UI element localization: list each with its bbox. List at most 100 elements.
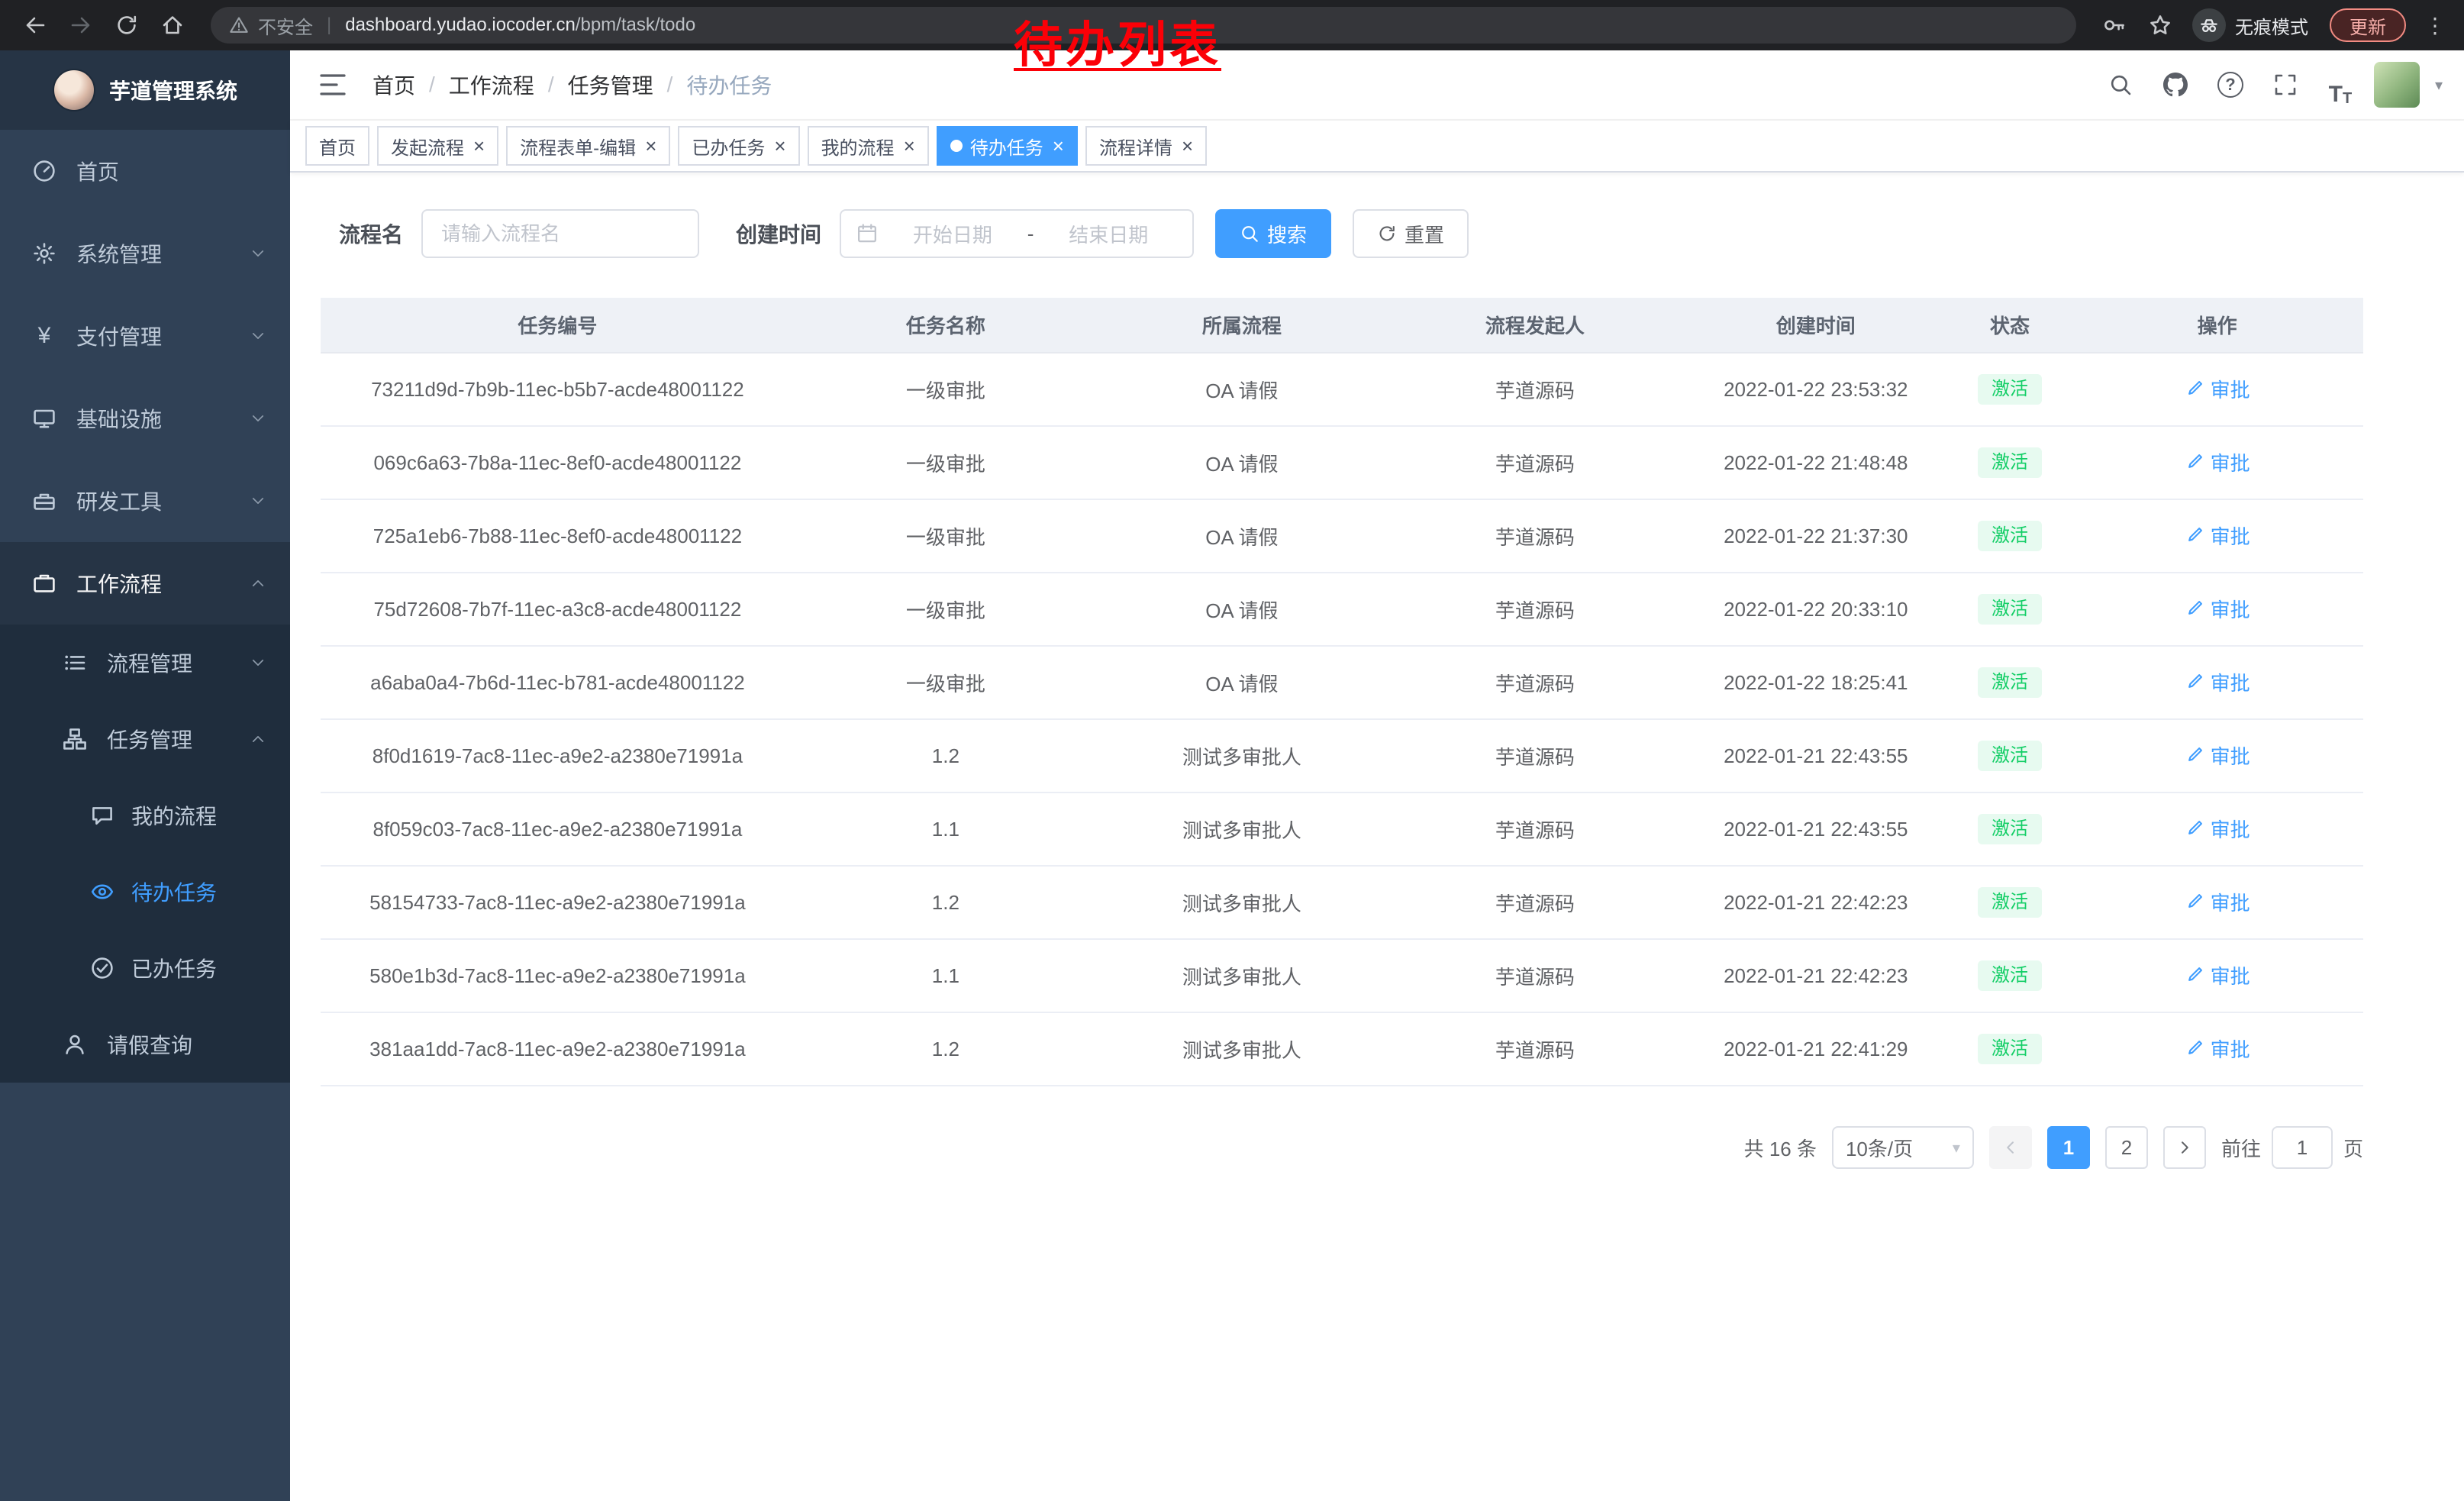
sidebar-item-task-mgmt[interactable]: 任务管理 — [0, 701, 290, 777]
cell-created-time: 2022-01-21 22:42:23 — [1683, 866, 1949, 939]
table-row: 8f0d1619-7ac8-11ec-a9e2-a2380e71991a1.2测… — [321, 719, 2363, 792]
cell-created-time: 2022-01-21 22:43:55 — [1683, 792, 1949, 866]
prev-page-button[interactable] — [1989, 1126, 2032, 1169]
approve-link[interactable]: 审批 — [2185, 521, 2250, 550]
col-task-name: 任务名称 — [795, 298, 1097, 353]
page-button-1[interactable]: 1 — [2047, 1126, 2090, 1169]
chevron-down-icon — [250, 328, 266, 344]
sidebar-item-leave-query[interactable]: 请假查询 — [0, 1006, 290, 1083]
tab-close-icon[interactable]: × — [473, 136, 485, 156]
fullscreen-icon[interactable] — [2264, 63, 2307, 106]
cell-created-time: 2022-01-21 22:43:55 — [1683, 719, 1949, 792]
collapse-sidebar-icon[interactable] — [311, 63, 354, 106]
top-navbar: 首页 / 工作流程 / 任务管理 / 待办任务 ? TT — [290, 50, 2464, 121]
reload-icon[interactable] — [107, 5, 147, 45]
check-circle-icon — [89, 956, 116, 980]
cell-starter: 芋道源码 — [1387, 866, 1683, 939]
sidebar-item-todo-tasks[interactable]: 待办任务 — [0, 854, 290, 930]
browser-menu-icon[interactable]: ⋮ — [2421, 13, 2449, 38]
cell-task-name: 1.2 — [795, 1012, 1097, 1086]
date-range-picker[interactable]: 开始日期 - 结束日期 — [840, 209, 1194, 258]
font-size-icon[interactable]: TT — [2319, 63, 2362, 106]
tab-发起流程[interactable]: 发起流程× — [377, 126, 498, 166]
page-unit-label: 页 — [2343, 1134, 2363, 1162]
approve-link[interactable]: 审批 — [2185, 595, 2250, 623]
approve-link[interactable]: 审批 — [2185, 815, 2250, 843]
edit-pencil-icon — [2185, 672, 2204, 692]
next-page-button[interactable] — [2163, 1126, 2206, 1169]
approve-link[interactable]: 审批 — [2185, 1035, 2250, 1063]
tab-已办任务[interactable]: 已办任务× — [678, 126, 799, 166]
chevron-down-icon — [250, 655, 266, 670]
reset-button[interactable]: 重置 — [1353, 209, 1469, 258]
approve-link[interactable]: 审批 — [2185, 961, 2250, 989]
page-button-2[interactable]: 2 — [2105, 1126, 2148, 1169]
breadcrumb-current: 待办任务 — [686, 69, 772, 100]
tab-close-icon[interactable]: × — [904, 136, 915, 156]
sidebar-item-home[interactable]: 首页 — [0, 130, 290, 212]
tab-close-icon[interactable]: × — [645, 136, 656, 156]
tab-close-icon[interactable]: × — [1053, 136, 1064, 156]
user-avatar[interactable] — [2374, 62, 2420, 108]
warning-icon — [229, 15, 249, 35]
avatar-caret-icon[interactable]: ▾ — [2435, 76, 2443, 95]
eye-icon — [89, 880, 116, 904]
sidebar-item-workflow[interactable]: 工作流程 — [0, 542, 290, 625]
app-logo[interactable]: 芋道管理系统 — [0, 50, 290, 130]
bookmark-star-icon[interactable] — [2140, 5, 2180, 45]
table-row: 8f059c03-7ac8-11ec-a9e2-a2380e71991a1.1测… — [321, 792, 2363, 866]
cell-process: OA 请假 — [1097, 646, 1387, 719]
status-badge: 激活 — [1978, 667, 2042, 699]
cell-process: OA 请假 — [1097, 426, 1387, 499]
sidebar-item-my-process[interactable]: 我的流程 — [0, 777, 290, 854]
search-icon[interactable] — [2099, 63, 2142, 106]
tab-首页[interactable]: 首页 — [305, 126, 369, 166]
table-row: a6aba0a4-7b6d-11ec-b781-acde48001122一级审批… — [321, 646, 2363, 719]
process-name-input[interactable] — [421, 209, 699, 258]
tab-流程表单-编辑[interactable]: 流程表单-编辑× — [506, 126, 670, 166]
github-icon[interactable] — [2154, 63, 2197, 106]
sidebar-item-system[interactable]: 系统管理 — [0, 212, 290, 295]
cell-task-name: 一级审批 — [795, 353, 1097, 426]
sidebar-item-payment[interactable]: ¥ 支付管理 — [0, 295, 290, 377]
breadcrumb-workflow[interactable]: 工作流程 — [449, 69, 534, 100]
end-date-placeholder: 结束日期 — [1040, 220, 1177, 248]
cell-starter: 芋道源码 — [1387, 646, 1683, 719]
forward-icon[interactable] — [61, 5, 101, 45]
approve-link[interactable]: 审批 — [2185, 375, 2250, 403]
approve-link[interactable]: 审批 — [2185, 741, 2250, 770]
tab-close-icon[interactable]: × — [1182, 136, 1193, 156]
tab-流程详情[interactable]: 流程详情× — [1085, 126, 1207, 166]
status-badge: 激活 — [1978, 521, 2042, 552]
cell-created-time: 2022-01-22 18:25:41 — [1683, 646, 1949, 719]
edit-pencil-icon — [2185, 745, 2204, 765]
update-button[interactable]: 更新 — [2330, 8, 2406, 42]
approve-link[interactable]: 审批 — [2185, 448, 2250, 476]
tab-close-icon[interactable]: × — [774, 136, 785, 156]
org-icon — [61, 727, 89, 751]
sidebar-item-infra[interactable]: 基础设施 — [0, 377, 290, 460]
approve-link[interactable]: 审批 — [2185, 888, 2250, 916]
search-button[interactable]: 搜索 — [1215, 209, 1331, 258]
sidebar-item-devtools[interactable]: 研发工具 — [0, 460, 290, 542]
page-size-select[interactable]: 10条/页 ▾ — [1832, 1126, 1974, 1169]
cell-task-name: 一级审批 — [795, 499, 1097, 573]
cell-task-name: 一级审批 — [795, 573, 1097, 646]
password-key-icon[interactable] — [2095, 5, 2134, 45]
cell-starter: 芋道源码 — [1387, 939, 1683, 1012]
sidebar-item-done-tasks[interactable]: 已办任务 — [0, 930, 290, 1006]
back-icon[interactable] — [15, 5, 55, 45]
table-row: 381aa1dd-7ac8-11ec-a9e2-a2380e71991a1.2测… — [321, 1012, 2363, 1086]
cell-process: OA 请假 — [1097, 353, 1387, 426]
home-icon[interactable] — [153, 5, 192, 45]
breadcrumb-task-mgmt[interactable]: 任务管理 — [568, 69, 653, 100]
breadcrumb-home[interactable]: 首页 — [373, 69, 415, 100]
tab-待办任务[interactable]: 待办任务× — [937, 126, 1078, 166]
goto-page-input[interactable] — [2272, 1126, 2333, 1169]
status-badge: 激活 — [1978, 741, 2042, 772]
dashboard-icon — [31, 159, 58, 183]
sidebar-item-process-mgmt[interactable]: 流程管理 — [0, 625, 290, 701]
tab-我的流程[interactable]: 我的流程× — [808, 126, 929, 166]
help-icon[interactable]: ? — [2209, 63, 2252, 106]
approve-link[interactable]: 审批 — [2185, 668, 2250, 696]
